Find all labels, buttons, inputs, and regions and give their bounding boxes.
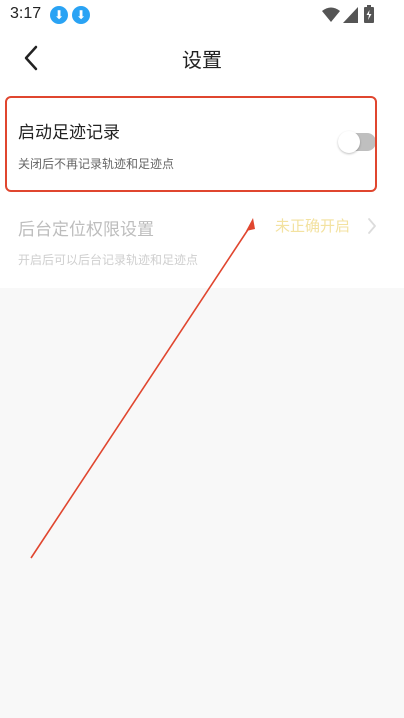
- status-bar: 3:17 ⬇ ⬇: [0, 0, 404, 30]
- nav-bar: 设置: [0, 30, 404, 85]
- signal-icon: [343, 7, 358, 23]
- download-icon: ⬇: [50, 6, 68, 24]
- toggle-knob: [338, 131, 360, 153]
- permission-status: 未正确开启: [274, 217, 350, 235]
- download-icon: ⬇: [72, 6, 90, 24]
- status-time: 3:17: [10, 5, 42, 22]
- background-location-title: 后台定位权限设置: [18, 220, 154, 240]
- setting-row-footprint: 启动足迹记录 关闭后不再记录轨迹和足迹点: [0, 85, 404, 195]
- chevron-right-icon: [368, 218, 376, 234]
- page-title: 设置: [182, 48, 222, 72]
- footprint-toggle[interactable]: [338, 131, 376, 153]
- footprint-title: 启动足迹记录: [18, 123, 120, 143]
- wifi-icon: [322, 7, 340, 22]
- settings-list: 启动足迹记录 关闭后不再记录轨迹和足迹点 后台定位权限设置 开启后可以后台记录轨…: [0, 85, 404, 288]
- battery-icon: [364, 5, 374, 23]
- background-location-description: 开启后可以后台记录轨迹和足迹点: [18, 253, 199, 267]
- setting-row-background-location[interactable]: 后台定位权限设置 开启后可以后台记录轨迹和足迹点 未正确开启: [0, 195, 404, 288]
- footprint-description: 关闭后不再记录轨迹和足迹点: [18, 157, 175, 171]
